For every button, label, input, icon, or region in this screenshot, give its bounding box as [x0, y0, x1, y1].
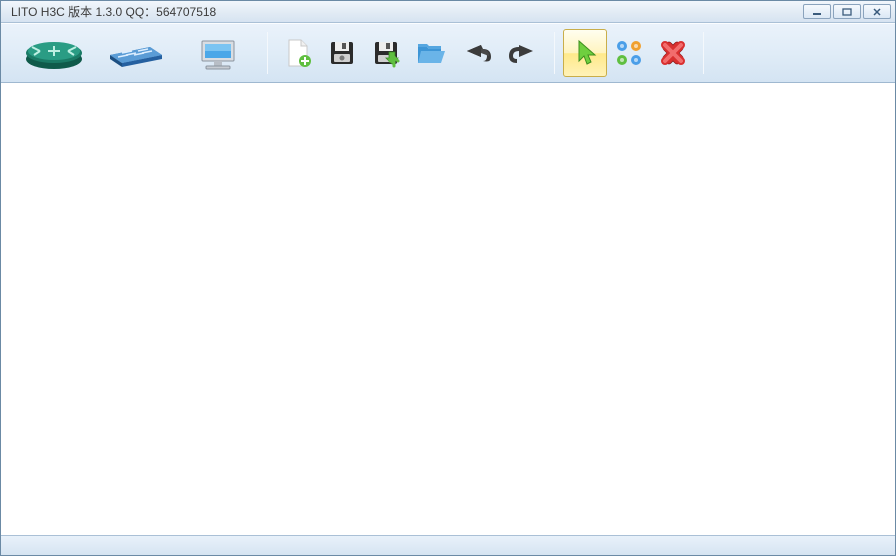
minimize-icon [812, 8, 822, 16]
canvas-area[interactable] [1, 83, 895, 535]
export-button[interactable] [364, 29, 408, 77]
new-button[interactable] [276, 29, 320, 77]
toolbar [1, 23, 895, 83]
topology-button[interactable] [607, 29, 651, 77]
app-window: LITO H3C 版本 1.3.0 QQ：564707518 [0, 0, 896, 556]
open-button[interactable] [408, 29, 454, 77]
undo-icon [461, 41, 493, 65]
topology-icon [614, 38, 644, 68]
maximize-button[interactable] [833, 4, 861, 19]
new-file-icon [283, 37, 313, 69]
delete-x-icon [658, 38, 688, 68]
save-button[interactable] [320, 29, 364, 77]
undo-button[interactable] [454, 29, 500, 77]
minimize-button[interactable] [803, 4, 831, 19]
switch-button[interactable] [95, 29, 177, 77]
switch-icon [104, 33, 168, 73]
close-icon [872, 8, 882, 16]
status-bar [1, 535, 895, 555]
separator [267, 32, 268, 74]
close-button[interactable] [863, 4, 891, 19]
floppy-export-icon [371, 38, 401, 68]
folder-open-icon [415, 39, 447, 67]
cursor-icon [571, 37, 599, 69]
save-icon [327, 38, 357, 68]
redo-icon [507, 41, 539, 65]
titlebar: LITO H3C 版本 1.3.0 QQ：564707518 [1, 1, 895, 23]
maximize-icon [842, 8, 852, 16]
window-title: LITO H3C 版本 1.3.0 QQ：564707518 [11, 3, 803, 20]
redo-button[interactable] [500, 29, 546, 77]
select-tool-button[interactable] [563, 29, 607, 77]
delete-button[interactable] [651, 29, 695, 77]
separator [554, 32, 555, 74]
window-controls [803, 4, 891, 19]
separator [703, 32, 704, 74]
pc-icon [190, 33, 246, 73]
router-icon [22, 33, 86, 73]
router-button[interactable] [13, 29, 95, 77]
pc-button[interactable] [177, 29, 259, 77]
